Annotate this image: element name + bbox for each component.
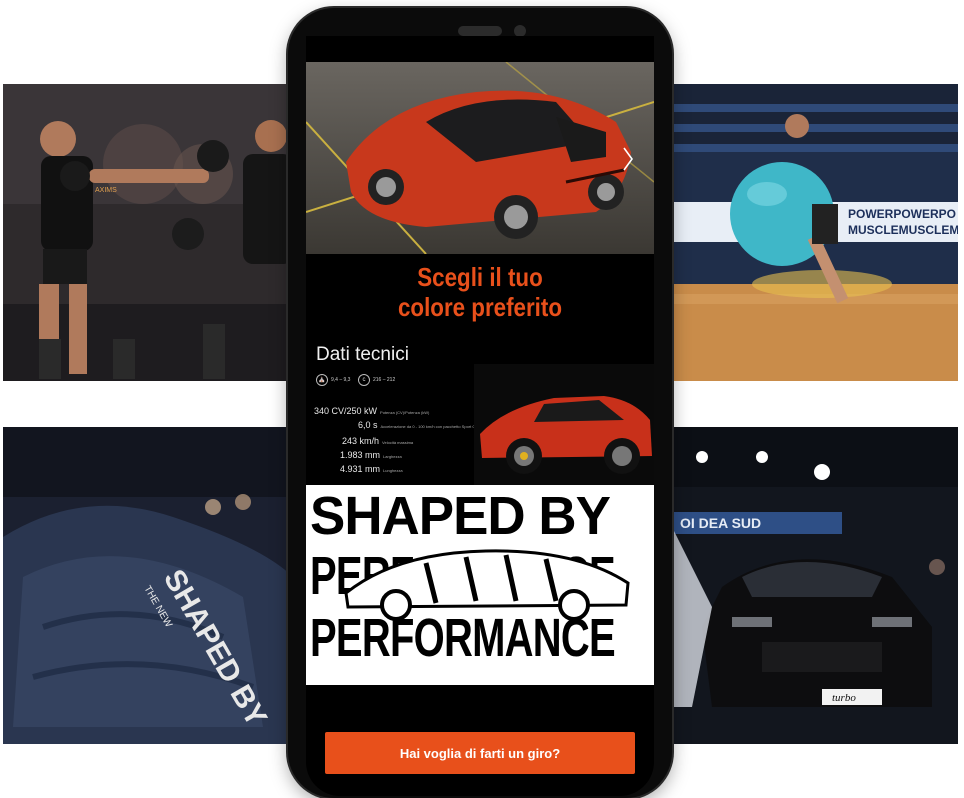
svg-text:MUSCLEMUSCLEM: MUSCLEMUSCLEM [848,223,958,237]
co2-icon: c [358,374,370,386]
spec-acceleration: 6,0 s Accelerazione da 0 - 100 km/h con p… [358,420,486,430]
svg-text:OI DEA SUD: OI DEA SUD [680,515,761,531]
tech-section: Dati tecnici ⛪ 9,4 – 9,3 c 216 – 212 340… [306,334,654,486]
shaped-by-performance-poster: SHAPED BY PERFORMANCE PERFORMANCE [306,485,654,685]
tech-title: Dati tecnici [316,344,409,365]
fuel-consumption-chip: ⛪ 9,4 – 9,3 [316,374,350,386]
phone-mockup: ‹ [288,8,672,798]
carousel-image [306,62,654,254]
co2-chip: c 216 – 212 [358,374,395,386]
headline-line-1: Scegli il tuo [417,262,543,292]
spec-top-speed: 243 km/h Velocità massima [342,436,414,446]
carousel-next-icon[interactable] [622,146,634,172]
photo-cayenne-turbo: OI DEA SUD turbo [672,427,958,744]
photo-fitness-ball: POWERPOWERPO MUSCLEMUSCLEM [672,84,958,381]
fuel-icon: ⛪ [316,374,328,386]
headline: Scegli il tuo colore preferito [306,262,654,322]
photo-covered-car: SHAPED BY THE NEW [3,427,293,744]
svg-text:POWERPOWERPO: POWERPOWERPO [848,207,956,221]
shirt-text: AXIMS [95,187,117,194]
photo-kickboxing: AXIMS [3,84,293,381]
headline-line-2: colore preferito [397,292,563,322]
spec-width: 1.983 mm Larghezza [340,450,402,460]
car-outline-graphic [344,549,630,621]
speaker-grille [458,26,502,36]
spec-length: 4.931 mm Lunghezza [340,464,403,474]
poster-line-1: SHAPED BY [310,486,611,546]
car-carousel[interactable] [306,62,654,254]
car-side-image [474,364,654,486]
spec-power: 340 CV/250 kW Potenza (CV)/Potenza (kW) [314,406,430,416]
app-screen: Scegli il tuo colore preferito Dati tecn… [306,36,654,796]
svg-text:turbo: turbo [832,692,856,704]
test-drive-button[interactable]: Hai voglia di farti un giro? [325,732,635,774]
